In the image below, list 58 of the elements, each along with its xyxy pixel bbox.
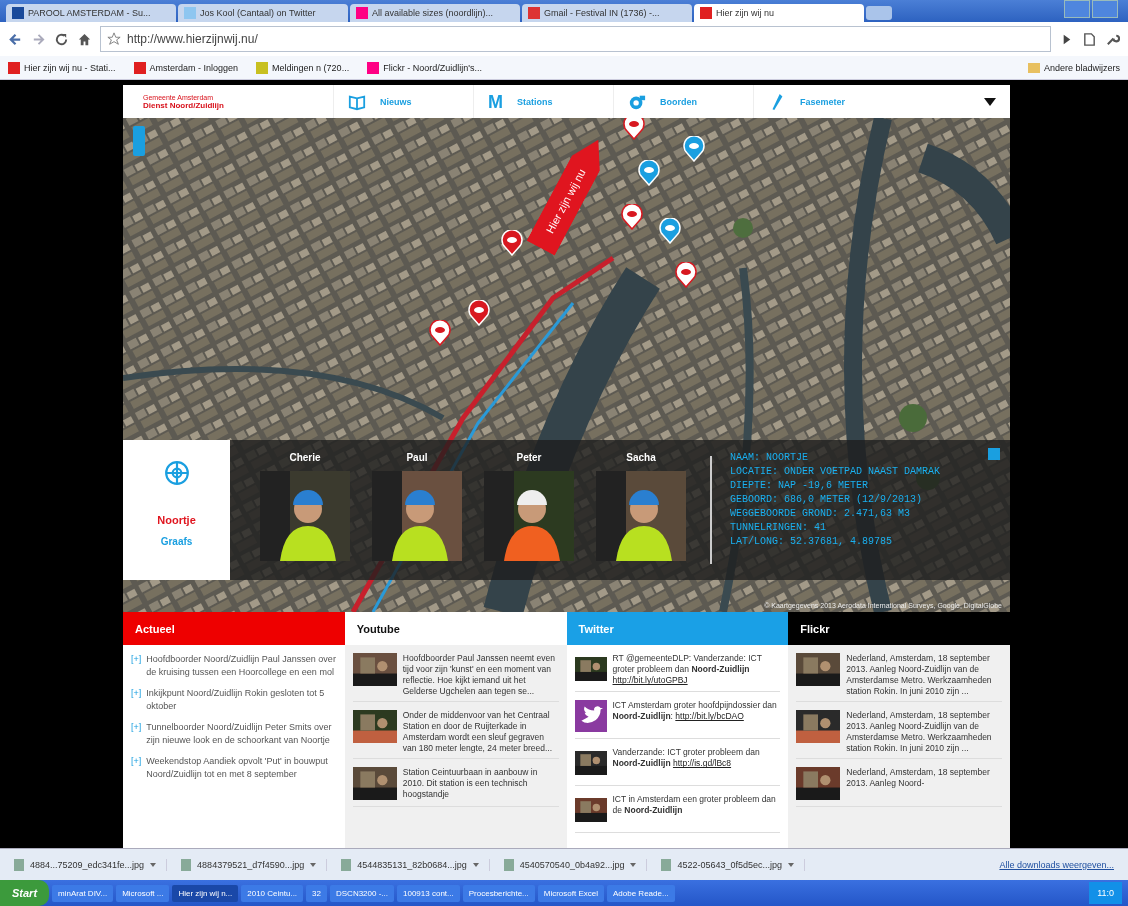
browser-tab[interactable]: Hier zijn wij nu [694, 3, 864, 22]
news-link[interactable]: Weekendstop Aandiek opvolt 'Put' in bouwput Noord/Zuidlijn tot en met 8 september [146, 755, 337, 782]
bookmark[interactable]: Meldingen n (720... [256, 61, 350, 74]
column-header: Flickr [788, 612, 1010, 646]
column-header: Twitter [566, 612, 789, 646]
post-link[interactable]: http://bit.ly/bcDAO [675, 711, 744, 722]
star-icon[interactable] [107, 32, 121, 47]
bookmark[interactable]: Flickr - Noord/Zuidlijn's... [367, 61, 482, 74]
reload-icon[interactable] [54, 31, 69, 47]
download-item[interactable]: 4884379521_d7f4590...jpg [181, 858, 328, 871]
post-text: Vanderzande: ICT groter probleem dan Noord-Zuidlijn http://is.gd/lBc8 [612, 747, 760, 769]
back-icon[interactable] [8, 31, 23, 47]
download-item[interactable]: 4540570540_0b4a92...jpg [503, 858, 648, 871]
download-item[interactable]: 4522-05643_0f5d5ec...jpg [661, 858, 806, 871]
news-link[interactable]: Hoofdboorder Noord/Zuidlijn Paul Janssen over de kruising tussen een Hoorcollege en een mol [146, 653, 337, 680]
clock: 11:0 [1089, 882, 1122, 904]
taskbar-button[interactable]: 100913 cont... [397, 884, 460, 902]
browser-tab[interactable]: Gmail - Festival IN (1736) -... [522, 3, 692, 22]
taskbar-button[interactable]: DSCN3200 -... [330, 884, 394, 902]
post-text: Hoofdboorder Paul Janssen neemt even tijd voor zijn 'kunst' en een moment van reflectie. Hoe kijkt iemand uit het Gelderse Ugchelen aan tegen se... [402, 653, 555, 697]
browser-tab[interactable]: Jos Kool (Cantaal) on Twitter [178, 3, 348, 22]
taskbar-button[interactable]: 2010 Ceintu... [241, 884, 304, 902]
taskbar-button[interactable]: 32 [306, 884, 327, 902]
news-link[interactable]: Tunnelboorder Noord/Zuidlijn Peter Smits over zijn nieuwe look en de schoorkant van Noortje [146, 721, 337, 748]
download-item[interactable]: 4544835131_82b0684...jpg [341, 858, 490, 871]
home-icon[interactable] [77, 31, 92, 47]
show-all-downloads-link[interactable]: Alle downloads weergeven... [999, 859, 1114, 870]
browser-tab[interactable]: PAROOL AMSTERDAM - Su... [6, 3, 176, 22]
post-text: Nederland, Amsterdam, 18 september 2013. Aanleg Noord- [846, 767, 990, 789]
post-link[interactable]: http://bit.ly/utoGPBJ [612, 675, 688, 686]
post-text: ICT in Amsterdam een groter probleem dan de Noord-Zuidlijn [612, 794, 776, 816]
taskbar-button[interactable]: Hier zijn wij n... [172, 884, 239, 902]
taskbar-button[interactable]: Procesberichte... [462, 884, 535, 902]
taskbar-button[interactable]: Microsoft ... [116, 884, 170, 902]
start-button[interactable]: Start [0, 880, 50, 906]
download-item[interactable]: 4884...75209_edc341fe...jpg [14, 858, 168, 871]
caret-icon[interactable] [984, 97, 996, 106]
other-bookmarks[interactable]: Andere bladwijzers [1027, 62, 1120, 73]
column-header: Youtube [344, 612, 567, 646]
taskbar-button[interactable]: Microsoft Excel [537, 884, 604, 902]
browser-tab[interactable]: All available sizes (noordlijn)... [350, 3, 520, 22]
post-text: Nederland, Amsterdam, 18 september 2013. Aanleg Noord-Zuidlijn van de Amsterdamse Metro. Werkzaamheden station Rokin. In juni 2010 zijn ... [846, 710, 992, 754]
column-header: Actueel [123, 612, 345, 646]
metro-logo: M [488, 92, 503, 111]
news-link[interactable]: Inkijkpunt Noord/Zuidlijn Rokin gesloten tot 5 oktober [146, 687, 337, 714]
post-text: Onder de middenvoor van het Centraal Station en door de Ruijterkade in Amsterdam wordt een sleuf gegraven van 180 meter lengte, 24 meter breed... [402, 710, 553, 754]
post-link[interactable]: http://is.gd/lBc8 [672, 758, 732, 769]
post-text: Station Ceintuurbaan in aanbouw in 2010. Dit station is een technisch hoogstandje [402, 767, 538, 800]
taskbar-button[interactable]: minArat DIV... [52, 884, 114, 902]
taskbar-button[interactable]: Adobe Reade... [607, 884, 675, 902]
post-text: ICT Amsterdam groter hoofdpijndossier dan Noord-Zuidlijn: http://bit.ly/bcDAO [612, 700, 777, 722]
address-bar[interactable]: http://www.hierzijnwij.nu/ [100, 26, 1051, 53]
twitter-bird-icon [574, 700, 607, 733]
page-icon[interactable] [1082, 31, 1097, 47]
post-text: Nederland, Amsterdam, 18 september 2013. Aanleg Noord-Zuidlijn van de Amsterdamse Metro. Werkzaamheden station Rokin. In juni 2010 zijn ... [846, 653, 992, 697]
post-text: RT @gemeenteDLP: Vanderzande: ICT groter probleem dan Noord-Zuidlijn http://bit.ly/utoGPBJ [612, 653, 762, 686]
bookmark[interactable]: Amsterdam - Inloggen [133, 61, 239, 74]
bookmark[interactable]: Hier zijn wij nu - Stati... [8, 61, 116, 74]
